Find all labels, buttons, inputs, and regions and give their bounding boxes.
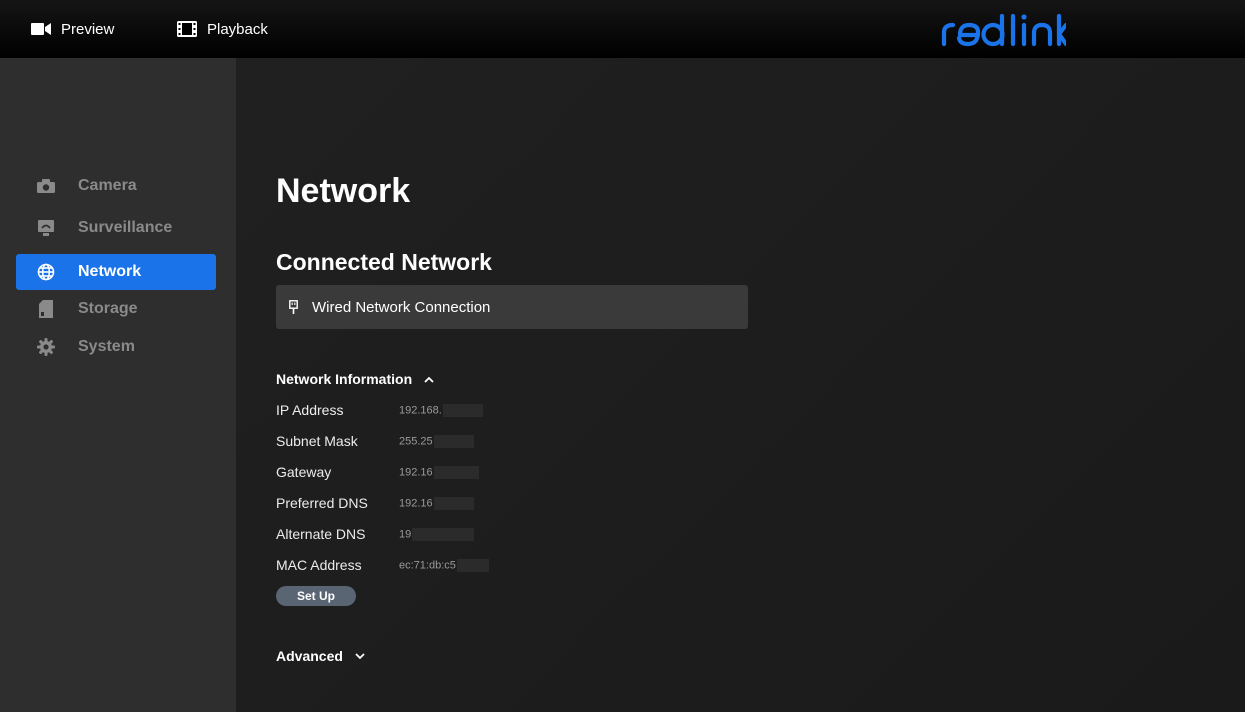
redaction-mask	[442, 403, 483, 417]
page-title: Network	[276, 172, 411, 210]
top-bar: Preview Playback	[0, 0, 1245, 58]
network-information-label: Network Information	[276, 371, 413, 387]
connected-network-heading: Connected Network	[276, 249, 492, 275]
playback-label: Playback	[207, 20, 268, 38]
preview-label: Preview	[61, 20, 115, 38]
ethernet-plug-icon	[289, 300, 298, 314]
info-row-gateway: Gateway 192.16	[276, 462, 479, 482]
info-value: 19	[399, 527, 475, 541]
info-label: Preferred DNS	[276, 495, 368, 511]
redaction-mask	[433, 465, 479, 479]
sidebar-item-camera[interactable]: Camera	[16, 168, 216, 204]
network-information-toggle[interactable]: Network Information	[276, 371, 434, 387]
gear-icon	[37, 338, 55, 356]
info-value: 192.16	[399, 496, 474, 510]
redaction-mask	[412, 527, 475, 541]
info-value: 255.25	[399, 434, 474, 448]
film-icon	[177, 21, 197, 37]
preview-button[interactable]: Preview	[31, 0, 114, 58]
set-up-button[interactable]: Set Up	[276, 586, 356, 606]
redaction-mask	[433, 434, 474, 448]
camera-icon	[37, 179, 55, 193]
reolink-logo	[940, 12, 1069, 53]
surveillance-icon	[37, 219, 55, 237]
sidebar-item-storage[interactable]: Storage	[16, 291, 216, 327]
info-label: Gateway	[276, 464, 332, 480]
redaction-mask	[456, 558, 489, 572]
info-label: MAC Address	[276, 557, 362, 573]
video-camera-icon	[31, 22, 51, 36]
info-label: IP Address	[276, 402, 344, 418]
info-value: ec:71:db:c5	[399, 558, 489, 572]
info-row-ip-address: IP Address 192.168.	[276, 400, 483, 420]
connection-label: Wired Network Connection	[312, 298, 491, 316]
info-row-subnet-mask: Subnet Mask 255.25	[276, 431, 474, 451]
sidebar-item-surveillance[interactable]: Surveillance	[16, 210, 216, 246]
sidebar-item-label: Camera	[78, 177, 137, 194]
info-value: 192.168.	[399, 403, 483, 417]
playback-button[interactable]: Playback	[177, 0, 268, 58]
sd-card-icon	[37, 300, 55, 318]
info-label: Alternate DNS	[276, 526, 366, 542]
info-row-preferred-dns: Preferred DNS 192.16	[276, 493, 474, 513]
chevron-up-icon	[424, 376, 434, 383]
sidebar: Camera Surveillance Network Storage Syst…	[0, 58, 236, 712]
sidebar-item-label: Storage	[78, 300, 138, 317]
wired-connection-item[interactable]: Wired Network Connection	[276, 285, 748, 329]
advanced-toggle[interactable]: Advanced	[276, 648, 365, 664]
sidebar-item-label: Network	[78, 263, 142, 280]
globe-icon	[37, 263, 55, 281]
main-content: Network Connected Network Wired Network …	[236, 58, 1245, 712]
info-row-mac-address: MAC Address ec:71:db:c5	[276, 555, 489, 575]
sidebar-item-label: System	[78, 338, 135, 355]
redaction-mask	[433, 496, 474, 510]
sidebar-item-label: Surveillance	[78, 219, 173, 236]
sidebar-item-system[interactable]: System	[16, 329, 216, 365]
info-value: 192.16	[399, 465, 479, 479]
advanced-label: Advanced	[276, 648, 343, 664]
chevron-down-icon	[355, 652, 365, 660]
info-label: Subnet Mask	[276, 433, 358, 449]
info-row-alternate-dns: Alternate DNS 19	[276, 524, 475, 544]
sidebar-item-network[interactable]: Network	[16, 254, 216, 290]
